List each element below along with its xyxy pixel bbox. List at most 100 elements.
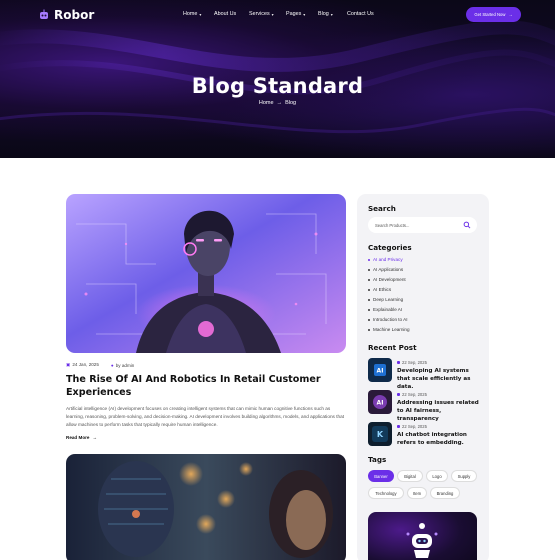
- post-featured-image[interactable]: [66, 194, 346, 353]
- category-label: AI Development: [373, 277, 406, 282]
- ai-chip-image: AI: [368, 358, 392, 382]
- second-post-image[interactable]: [66, 454, 346, 560]
- recent-post-item[interactable]: AI 22 Sep, 2025 Addressing issues relate…: [368, 390, 480, 422]
- recent-post-title[interactable]: AI chatbot integration refers to embeddi…: [397, 431, 481, 447]
- search-input[interactable]: Search Products...: [368, 217, 477, 233]
- category-item[interactable]: Introduction to AI: [368, 317, 407, 322]
- brand-name: Robor: [54, 8, 95, 22]
- post-author[interactable]: ● by admin: [111, 363, 134, 368]
- tag-chip[interactable]: Item: [407, 487, 427, 499]
- recent-post-date-text: 22 Sep, 2025: [402, 424, 427, 429]
- category-item[interactable]: AI Applications: [368, 267, 403, 272]
- post-date: ▣ 24 Jan, 2025: [66, 362, 99, 368]
- svg-text:AI: AI: [377, 368, 384, 375]
- recent-post-item[interactable]: AI 22 Sep, 2025 Developing AI systems th…: [368, 358, 480, 390]
- nav-contact-us[interactable]: Contact Us: [347, 11, 374, 17]
- breadcrumb: Home → Blog: [0, 100, 555, 106]
- main-menu: Home ▾ About Us Services ▾ Pages ▾ Blog ▾ Co…: [183, 11, 374, 17]
- post-meta: ▣ 24 Jan, 2025 ● by admin: [66, 362, 134, 368]
- bullet-icon: [368, 258, 370, 261]
- recent-post-title[interactable]: Developing AI systems that scale efficie…: [397, 367, 481, 391]
- page-title: Blog Standard: [191, 74, 364, 98]
- post-date-text: 24 Jan, 2025: [72, 362, 99, 367]
- category-label: Machine Learning: [373, 327, 410, 332]
- category-label: AI and Privacy: [373, 257, 403, 262]
- nav-label: Blog: [318, 11, 329, 17]
- top-navigation: Robor Home ▾ About Us Services ▾ Pages ▾ Bl…: [0, 0, 555, 30]
- tags-heading: Tags: [368, 455, 387, 464]
- bullet-icon: [368, 268, 370, 271]
- categories-heading: Categories: [368, 243, 412, 252]
- chevron-down-icon: ▾: [199, 11, 202, 17]
- nav-about-us[interactable]: About Us: [214, 11, 249, 17]
- category-item[interactable]: Deep Learning: [368, 297, 403, 302]
- category-item[interactable]: Machine Learning: [368, 327, 410, 332]
- tag-chip[interactable]: Bigital: [397, 470, 423, 482]
- post-title[interactable]: The Rise Of AI And Robotics In Retail Cu…: [66, 373, 346, 399]
- search-heading: Search: [368, 204, 396, 213]
- get-started-button[interactable]: Get Started Now →: [466, 7, 521, 22]
- calendar-icon: ▣: [66, 362, 71, 367]
- nav-label: Services: [249, 11, 270, 17]
- tag-chip[interactable]: Supply: [451, 470, 477, 482]
- search-icon[interactable]: [463, 221, 471, 229]
- recent-post-item[interactable]: K 22 Sep, 2025 AI chatbot integration re…: [368, 422, 480, 448]
- ai-brain-image: AI: [368, 390, 392, 414]
- logo[interactable]: Robor: [38, 8, 94, 22]
- recent-post-heading: Recent Post: [368, 343, 417, 352]
- read-more-label: Read More: [66, 435, 90, 440]
- cta-label: Get Started Now: [474, 12, 506, 17]
- category-item[interactable]: AI and Privacy: [368, 257, 403, 262]
- recent-post-date: 22 Sep, 2025: [397, 392, 427, 397]
- sidebar: Search Search Products... Categories AI …: [357, 194, 489, 560]
- ai-circuit-image: K: [368, 422, 392, 446]
- tag-chip[interactable]: Logo: [426, 470, 448, 482]
- recent-post-thumbnail: K: [368, 422, 392, 446]
- svg-text:AI: AI: [377, 400, 384, 407]
- post-excerpt: Artificial intelligence (AI) development…: [66, 406, 345, 427]
- nav-home[interactable]: Home ▾: [183, 11, 214, 17]
- recent-post-date: 22 Sep, 2025: [397, 424, 427, 429]
- breadcrumb-current: Blog: [285, 100, 297, 106]
- hero-banner: Robor Home ▾ About Us Services ▾ Pages ▾ Bl…: [0, 0, 555, 158]
- chevron-down-icon: ▾: [330, 11, 333, 17]
- calendar-icon: [397, 393, 400, 396]
- recent-post-thumbnail: AI: [368, 358, 392, 382]
- nav-label: Pages: [286, 11, 302, 17]
- calendar-icon: [397, 425, 400, 428]
- recent-post-date-text: 22 Sep, 2025: [402, 392, 427, 397]
- recent-post-title[interactable]: Addressing issues related to AI fairness…: [397, 399, 481, 423]
- nav-services[interactable]: Services ▾: [249, 11, 286, 17]
- tag-chip[interactable]: Technology: [368, 487, 404, 499]
- bullet-icon: [368, 318, 370, 321]
- robot-logo-icon: [40, 9, 48, 19]
- nav-label: About Us: [214, 11, 237, 17]
- category-item[interactable]: AI Ethics: [368, 287, 391, 292]
- svg-text:K: K: [377, 430, 384, 439]
- chevron-down-icon: ▾: [303, 11, 306, 17]
- tag-chip[interactable]: Banner: [368, 470, 394, 482]
- calendar-icon: [397, 361, 400, 364]
- arrow-right-icon: →: [508, 12, 513, 17]
- category-label: Deep Learning: [373, 297, 404, 302]
- chevron-down-icon: ▾: [271, 11, 274, 17]
- robot-faces-image: [66, 454, 346, 560]
- promo-banner[interactable]: [368, 512, 477, 560]
- bullet-icon: [368, 298, 370, 301]
- breadcrumb-home[interactable]: Home: [259, 100, 274, 106]
- tag-chip[interactable]: Branding: [430, 487, 460, 499]
- recent-post-date-text: 22 Sep, 2025: [402, 360, 427, 365]
- category-label: AI Applications: [373, 267, 404, 272]
- nav-pages[interactable]: Pages ▾: [286, 11, 318, 17]
- category-item[interactable]: Explainable AI: [368, 307, 402, 312]
- read-more-link[interactable]: Read More →: [66, 435, 97, 440]
- category-label: Explainable AI: [373, 307, 403, 312]
- recent-post-thumbnail: AI: [368, 390, 392, 414]
- nav-blog[interactable]: Blog ▾: [318, 11, 347, 17]
- robot-woman-image: [66, 194, 346, 353]
- arrow-right-icon: →: [276, 100, 283, 106]
- category-item[interactable]: AI Development: [368, 277, 406, 282]
- search-placeholder: Search Products...: [375, 222, 410, 228]
- bullet-icon: [368, 288, 370, 291]
- category-label: Introduction to AI: [373, 317, 408, 322]
